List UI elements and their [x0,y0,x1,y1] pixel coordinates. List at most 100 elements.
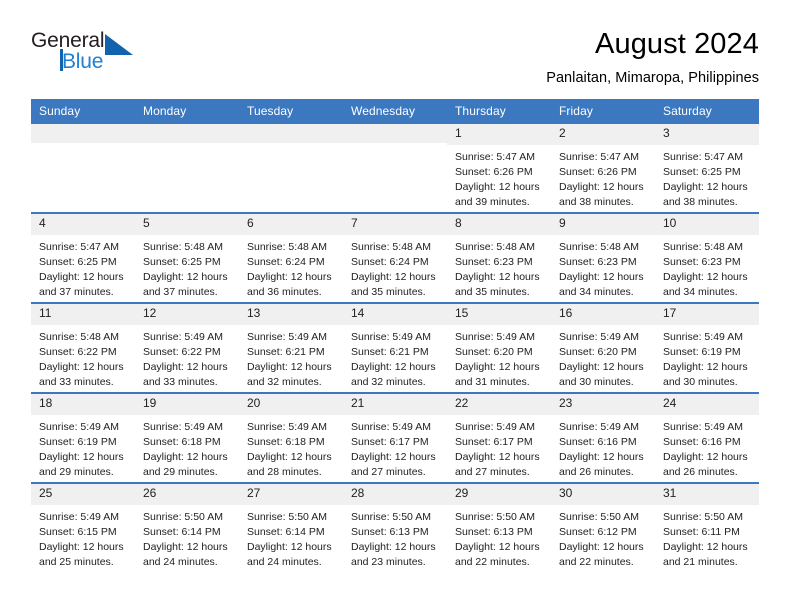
day-number [31,124,135,144]
calendar-week-row: 11 Sunrise: 5:48 AM Sunset: 6:22 PM Dayl… [31,302,759,394]
calendar-week-row: 18 Sunrise: 5:49 AM Sunset: 6:19 PM Dayl… [31,392,759,484]
day-cell[interactable]: 9 Sunrise: 5:48 AM Sunset: 6:23 PM Dayli… [551,212,655,304]
day-cell [135,124,239,214]
weekday-header-thursday: Thursday [447,99,551,125]
day-detail: Sunrise: 5:48 AM Sunset: 6:24 PM Dayligh… [247,241,332,298]
weekday-header-row: Sunday Monday Tuesday Wednesday Thursday… [31,99,759,125]
day-cell[interactable]: 16 Sunrise: 5:49 AM Sunset: 6:20 PM Dayl… [551,302,655,394]
day-number: 3 [655,124,759,146]
day-detail: Sunrise: 5:48 AM Sunset: 6:23 PM Dayligh… [455,241,540,298]
day-number: 23 [551,394,655,416]
day-detail: Sunrise: 5:49 AM Sunset: 6:17 PM Dayligh… [455,421,540,478]
day-detail: Sunrise: 5:49 AM Sunset: 6:20 PM Dayligh… [559,331,644,388]
day-cell[interactable]: 27 Sunrise: 5:50 AM Sunset: 6:14 PM Dayl… [239,482,343,573]
day-number: 6 [239,214,343,236]
day-number: 8 [447,214,551,236]
day-number: 13 [239,304,343,326]
day-detail: Sunrise: 5:50 AM Sunset: 6:13 PM Dayligh… [351,511,436,568]
day-number: 7 [343,214,447,236]
weekday-header-saturday: Saturday [655,99,759,125]
day-cell[interactable]: 28 Sunrise: 5:50 AM Sunset: 6:13 PM Dayl… [343,482,447,573]
day-detail: Sunrise: 5:48 AM Sunset: 6:23 PM Dayligh… [559,241,644,298]
day-cell[interactable]: 10 Sunrise: 5:48 AM Sunset: 6:23 PM Dayl… [655,212,759,304]
day-detail: Sunrise: 5:49 AM Sunset: 6:21 PM Dayligh… [351,331,436,388]
day-cell[interactable]: 7 Sunrise: 5:48 AM Sunset: 6:24 PM Dayli… [343,212,447,304]
day-cell[interactable]: 22 Sunrise: 5:49 AM Sunset: 6:17 PM Dayl… [447,392,551,484]
calendar-week-row: 4 Sunrise: 5:47 AM Sunset: 6:25 PM Dayli… [31,212,759,304]
day-cell[interactable]: 30 Sunrise: 5:50 AM Sunset: 6:12 PM Dayl… [551,482,655,573]
day-cell[interactable]: 23 Sunrise: 5:49 AM Sunset: 6:16 PM Dayl… [551,392,655,484]
day-detail: Sunrise: 5:50 AM Sunset: 6:12 PM Dayligh… [559,511,644,568]
day-detail: Sunrise: 5:49 AM Sunset: 6:18 PM Dayligh… [143,421,228,478]
day-detail: Sunrise: 5:49 AM Sunset: 6:16 PM Dayligh… [559,421,644,478]
day-cell[interactable]: 20 Sunrise: 5:49 AM Sunset: 6:18 PM Dayl… [239,392,343,484]
day-detail: Sunrise: 5:48 AM Sunset: 6:24 PM Dayligh… [351,241,436,298]
day-detail: Sunrise: 5:48 AM Sunset: 6:23 PM Dayligh… [663,241,748,298]
day-cell[interactable]: 1 Sunrise: 5:47 AM Sunset: 6:26 PM Dayli… [447,124,551,214]
day-cell[interactable]: 21 Sunrise: 5:49 AM Sunset: 6:17 PM Dayl… [343,392,447,484]
logo-text-blue: Blue [62,50,104,73]
day-cell[interactable]: 26 Sunrise: 5:50 AM Sunset: 6:14 PM Dayl… [135,482,239,573]
day-cell[interactable]: 3 Sunrise: 5:47 AM Sunset: 6:25 PM Dayli… [655,124,759,214]
day-cell[interactable]: 2 Sunrise: 5:47 AM Sunset: 6:26 PM Dayli… [551,124,655,214]
day-cell[interactable]: 14 Sunrise: 5:49 AM Sunset: 6:21 PM Dayl… [343,302,447,394]
day-number: 21 [343,394,447,416]
day-cell[interactable]: 17 Sunrise: 5:49 AM Sunset: 6:19 PM Dayl… [655,302,759,394]
day-detail: Sunrise: 5:47 AM Sunset: 6:26 PM Dayligh… [455,151,540,208]
general-blue-logo: General Blue [31,26,151,78]
day-cell [239,124,343,214]
day-detail: Sunrise: 5:49 AM Sunset: 6:19 PM Dayligh… [39,421,124,478]
day-detail: Sunrise: 5:49 AM Sunset: 6:16 PM Dayligh… [663,421,748,478]
calendar-page: General Blue August 2024 Panlaitan, Mima… [0,0,792,612]
weekday-header-sunday: Sunday [31,99,135,125]
day-detail: Sunrise: 5:49 AM Sunset: 6:22 PM Dayligh… [143,331,228,388]
day-detail: Sunrise: 5:48 AM Sunset: 6:22 PM Dayligh… [39,331,124,388]
day-cell[interactable]: 12 Sunrise: 5:49 AM Sunset: 6:22 PM Dayl… [135,302,239,394]
day-detail: Sunrise: 5:49 AM Sunset: 6:20 PM Dayligh… [455,331,540,388]
day-cell[interactable]: 25 Sunrise: 5:49 AM Sunset: 6:15 PM Dayl… [31,482,135,573]
day-cell[interactable]: 13 Sunrise: 5:49 AM Sunset: 6:21 PM Dayl… [239,302,343,394]
day-detail: Sunrise: 5:49 AM Sunset: 6:15 PM Dayligh… [39,511,124,568]
day-cell[interactable]: 29 Sunrise: 5:50 AM Sunset: 6:13 PM Dayl… [447,482,551,573]
day-number [135,124,239,144]
day-detail: Sunrise: 5:48 AM Sunset: 6:25 PM Dayligh… [143,241,228,298]
day-cell[interactable]: 5 Sunrise: 5:48 AM Sunset: 6:25 PM Dayli… [135,212,239,304]
day-cell[interactable]: 15 Sunrise: 5:49 AM Sunset: 6:20 PM Dayl… [447,302,551,394]
page-subtitle: Panlaitan, Mimaropa, Philippines [546,70,759,87]
weekday-header-monday: Monday [135,99,239,125]
day-cell[interactable]: 11 Sunrise: 5:48 AM Sunset: 6:22 PM Dayl… [31,302,135,394]
day-number: 2 [551,124,655,146]
calendar-body: 1 Sunrise: 5:47 AM Sunset: 6:26 PM Dayli… [31,124,759,573]
day-cell[interactable]: 8 Sunrise: 5:48 AM Sunset: 6:23 PM Dayli… [447,212,551,304]
day-cell[interactable]: 18 Sunrise: 5:49 AM Sunset: 6:19 PM Dayl… [31,392,135,484]
day-detail: Sunrise: 5:50 AM Sunset: 6:14 PM Dayligh… [247,511,332,568]
day-cell[interactable]: 6 Sunrise: 5:48 AM Sunset: 6:24 PM Dayli… [239,212,343,304]
day-number: 26 [135,484,239,506]
day-number: 5 [135,214,239,236]
day-number: 24 [655,394,759,416]
day-number: 16 [551,304,655,326]
day-number: 4 [31,214,135,236]
day-number: 29 [447,484,551,506]
day-number [343,124,447,144]
day-number: 14 [343,304,447,326]
day-cell[interactable]: 24 Sunrise: 5:49 AM Sunset: 6:16 PM Dayl… [655,392,759,484]
day-detail: Sunrise: 5:50 AM Sunset: 6:11 PM Dayligh… [663,511,748,568]
day-number: 28 [343,484,447,506]
weekday-header-friday: Friday [551,99,655,125]
day-detail: Sunrise: 5:47 AM Sunset: 6:25 PM Dayligh… [663,151,748,208]
day-number: 19 [135,394,239,416]
page-header: General Blue August 2024 Panlaitan, Mima… [0,0,792,86]
day-number: 31 [655,484,759,506]
day-detail: Sunrise: 5:49 AM Sunset: 6:21 PM Dayligh… [247,331,332,388]
day-detail: Sunrise: 5:47 AM Sunset: 6:25 PM Dayligh… [39,241,124,298]
day-number: 12 [135,304,239,326]
day-cell[interactable]: 4 Sunrise: 5:47 AM Sunset: 6:25 PM Dayli… [31,212,135,304]
day-cell[interactable]: 31 Sunrise: 5:50 AM Sunset: 6:11 PM Dayl… [655,482,759,573]
title-block: August 2024 Panlaitan, Mimaropa, Philipp… [546,26,759,86]
page-title: August 2024 [595,28,759,60]
day-number: 30 [551,484,655,506]
day-cell[interactable]: 19 Sunrise: 5:49 AM Sunset: 6:18 PM Dayl… [135,392,239,484]
day-number: 17 [655,304,759,326]
day-number: 22 [447,394,551,416]
